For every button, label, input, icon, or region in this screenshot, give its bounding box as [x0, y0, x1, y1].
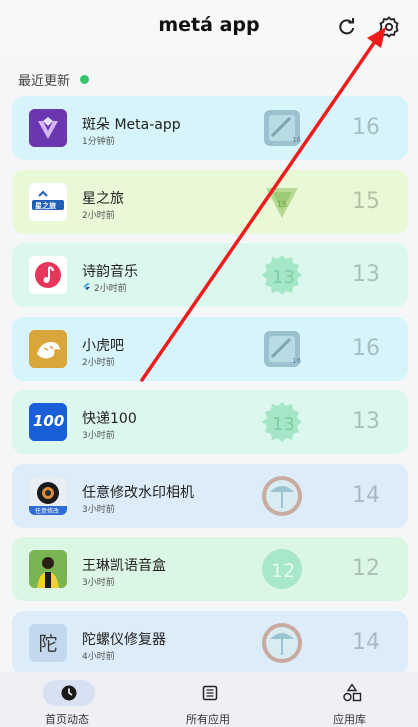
app-card-watermark-camera[interactable]: 任意修改 任意修改水印相机 3小时前 14 [12, 463, 408, 528]
app-card-express-100[interactable]: 100 快递100 3小时前 13 13 [12, 390, 408, 454]
update-time: 2小时前 [82, 357, 115, 368]
update-time: 3小时前 [82, 431, 115, 441]
tab-app-library[interactable]: 应用库 [326, 672, 378, 727]
app-name: 斑朵 Meta-app [82, 117, 181, 133]
tab-home-feed[interactable]: 首页动态 [42, 672, 96, 727]
icon-badge-text: 星之旅 [35, 201, 56, 210]
version-number: 14 [352, 482, 380, 508]
version-number: 16 [352, 335, 380, 361]
android-13-badge-icon: 13 [262, 402, 302, 442]
camera-icon: 任意修改 [29, 476, 67, 515]
app-name: 星之旅 [82, 190, 124, 207]
android-16-badge-icon: 16 [264, 330, 301, 367]
android-14-badge-icon [262, 475, 302, 516]
text-avatar-icon: 陀 [29, 623, 67, 662]
refresh-button[interactable] [334, 14, 360, 40]
update-time: 2小时前 [82, 281, 127, 294]
version-number: 16 [352, 115, 380, 140]
update-time: 1分钟前 [82, 137, 115, 147]
version-number: 12 [352, 556, 380, 581]
shapes-icon [326, 680, 378, 706]
tab-label: 应用库 [333, 713, 366, 726]
tiger-icon [29, 329, 67, 368]
clock-icon [43, 680, 95, 706]
version-number: 13 [352, 409, 380, 434]
app-card-meta-app[interactable]: 斑朵 Meta-app 1分钟前 16 16 [12, 96, 408, 160]
app-name: 王琳凯语音盒 [82, 558, 166, 574]
app-name: 陀螺仪修复器 [82, 631, 166, 648]
version-number: 14 [352, 629, 380, 655]
star-journey-icon: 星之旅 [29, 182, 67, 221]
tab-label: 所有应用 [186, 713, 230, 726]
tab-all-apps[interactable]: 所有应用 [183, 672, 237, 727]
update-time: 3小时前 [82, 578, 115, 588]
app-name: 小虎吧 [82, 337, 124, 354]
app-card-music[interactable]: 诗韵音乐 2小时前 13 13 [12, 243, 408, 307]
app-name: 任意修改水印相机 [82, 484, 194, 501]
express-100-icon: 100 [29, 403, 67, 441]
recent-updates-header: 最近更新 [18, 70, 90, 89]
app-card-voice-box[interactable]: 王琳凯语音盒 3小时前 12 12 [12, 537, 408, 601]
android-13-badge-icon: 13 [262, 255, 302, 295]
icon-badge-text: 任意修改 [35, 507, 60, 515]
version-number: 13 [352, 262, 380, 287]
icon-character: 陀 [38, 633, 58, 655]
list-icon [184, 680, 236, 706]
version-number: 15 [352, 188, 380, 214]
flutter-icon [83, 283, 90, 290]
android-16-badge-icon: 16 [264, 110, 301, 146]
svg-text:16: 16 [292, 136, 301, 144]
update-time: 4小时前 [82, 651, 115, 662]
app-list: 斑朵 Meta-app 1分钟前 16 16 星之旅 星之旅 2小时前 15 1… [12, 96, 408, 684]
app-card-star-journey[interactable]: 星之旅 星之旅 2小时前 15 15 [12, 169, 408, 234]
online-status-dot [80, 75, 90, 84]
section-title: 最近更新 [18, 74, 71, 89]
svg-text:16: 16 [292, 357, 301, 365]
app-header: metá app [0, 0, 418, 56]
svg-text:13: 13 [272, 267, 295, 288]
android-12-badge-icon: 12 [262, 549, 302, 589]
tab-label: 首页动态 [45, 713, 89, 726]
icon-badge-text: 100 [33, 412, 65, 430]
app-name: 快递100 [82, 411, 137, 427]
bottom-navigation: 首页动态 所有应用 应用库 [0, 672, 418, 727]
refresh-icon [339, 18, 355, 35]
update-time: 2小时前 [82, 210, 115, 221]
app-name: 诗韵音乐 [82, 264, 138, 280]
meta-app-icon [29, 109, 67, 147]
android-15-badge-icon: 15 [266, 187, 298, 218]
update-time: 3小时前 [82, 504, 115, 515]
svg-text:15: 15 [277, 200, 287, 209]
svg-text:12: 12 [271, 560, 295, 582]
settings-button[interactable] [376, 14, 402, 40]
app-card-tiger[interactable]: 小虎吧 2小时前 16 16 [12, 316, 408, 381]
avatar-photo-icon [29, 550, 67, 588]
music-note-icon [29, 256, 67, 294]
svg-text:13: 13 [272, 414, 295, 435]
app-card-gyro-fix[interactable]: 陀 陀螺仪修复器 4小时前 14 [12, 610, 408, 675]
android-14-badge-icon [262, 622, 302, 663]
gear-icon [379, 16, 399, 38]
